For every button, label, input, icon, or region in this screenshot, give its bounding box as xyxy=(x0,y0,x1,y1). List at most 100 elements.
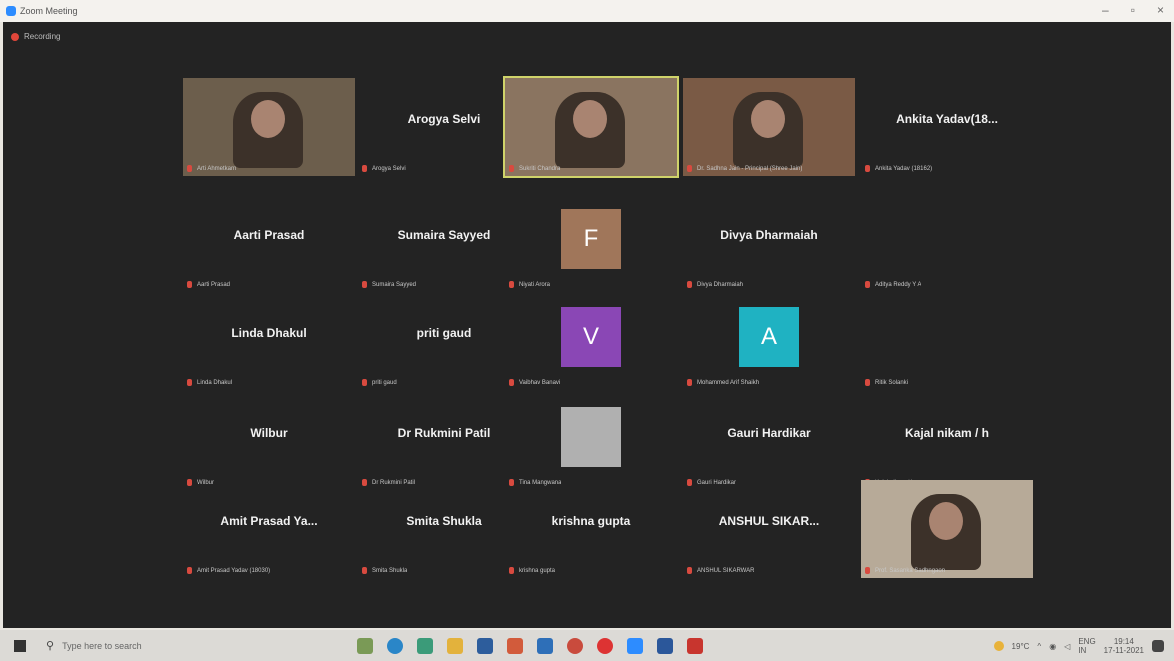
volume-icon[interactable]: ◁ xyxy=(1064,642,1070,651)
chevron-up-icon[interactable]: ^ xyxy=(1037,642,1041,651)
participant-label: Ritik Solanki xyxy=(865,379,908,386)
participant-label: Dr. Sadhna Jain - Principal (Shree Jain) xyxy=(687,165,802,172)
participant-avatar: A xyxy=(739,307,799,367)
participant-label-text: ANSHUL SIKARWAR xyxy=(697,567,755,574)
participant-name: ANSHUL SIKAR... xyxy=(718,514,820,528)
video-app-icon[interactable] xyxy=(687,637,704,654)
language-indicator[interactable]: ENG IN xyxy=(1078,637,1095,655)
clock[interactable]: 19:14 17-11-2021 xyxy=(1104,637,1144,655)
participant-name: Amit Prasad Ya... xyxy=(220,514,318,528)
windows-start-icon[interactable] xyxy=(14,639,26,652)
muted-mic-icon xyxy=(362,567,367,574)
participant-label-text: Sukriti Chandra xyxy=(519,165,561,172)
task-view-icon[interactable] xyxy=(357,637,374,654)
network-icon[interactable]: ◉ xyxy=(1049,642,1056,651)
muted-mic-icon xyxy=(509,281,514,288)
participant-tile[interactable]: Arti Ahmetkarn xyxy=(183,78,355,176)
participant-tile[interactable]: F Niyati Arora xyxy=(505,194,677,292)
recording-dot-icon xyxy=(11,32,19,41)
muted-mic-icon xyxy=(509,165,514,172)
participant-tile[interactable]: V Vaibhav Banavi xyxy=(505,292,677,390)
maximize-button[interactable]: ▫ xyxy=(1131,3,1135,17)
muted-mic-icon xyxy=(187,379,192,386)
participant-tile[interactable]: Amit Prasad Ya... Amit Prasad Yadav (1803… xyxy=(183,480,355,578)
participant-label: Arti Ahmetkarn xyxy=(187,165,236,172)
participant-avatar: F xyxy=(561,209,621,269)
participant-label: Aarti Prasad xyxy=(187,281,230,288)
muted-mic-icon xyxy=(687,379,692,386)
muted-mic-icon xyxy=(187,567,192,574)
participant-tile[interactable]: Aditya Reddy Y A xyxy=(861,194,1033,292)
participant-label-text: Mohammed Arif Shaikh xyxy=(697,379,760,386)
muted-mic-icon xyxy=(187,165,192,172)
participant-name: Linda Dhakul xyxy=(231,326,307,340)
participant-label-text: priti gaud xyxy=(372,379,397,386)
participant-face xyxy=(751,100,785,138)
participant-tile[interactable]: Divya Dharmaiah Divya Dharmaiah xyxy=(683,194,855,292)
weather-icon[interactable] xyxy=(993,641,1004,651)
paint-icon[interactable] xyxy=(507,637,524,654)
participant-tile[interactable]: Dr. Sadhna Jain - Principal (Shree Jain) xyxy=(683,78,855,176)
window-titlebar: Zoom Meeting – ▫ × xyxy=(0,0,1174,22)
participant-label-text: krishna gupta xyxy=(519,567,556,574)
participant-tile[interactable]: A Mohammed Arif Shaikh xyxy=(683,292,855,390)
participant-tile[interactable]: Ritik Solanki xyxy=(861,292,1033,390)
muted-mic-icon xyxy=(362,379,367,386)
weather-temp[interactable]: 19°C xyxy=(1012,642,1030,651)
language-label: ENG xyxy=(1078,637,1096,646)
muted-mic-icon xyxy=(865,165,870,172)
search-icon[interactable]: ⚲ xyxy=(46,639,54,652)
opera-icon[interactable] xyxy=(597,637,614,654)
store-icon[interactable] xyxy=(477,637,494,654)
participant-label-text: Prof. Sasanka Sadhngaon xyxy=(875,567,946,574)
participant-tile[interactable]: Linda Dhakul Linda Dhakul xyxy=(183,292,355,390)
windows-taskbar: ⚲ Type here to search 19°C ^ ◉ ◁ ENG IN … xyxy=(0,630,1174,661)
taskbar-search-box[interactable]: Type here to search xyxy=(62,641,292,651)
pinned-apps xyxy=(357,637,704,654)
participant-tile[interactable]: Kajal nikam / hKajal nikam / h xyxy=(861,392,1033,490)
zoom-taskbar-icon[interactable] xyxy=(627,637,644,654)
participant-tile[interactable]: Aarti Prasad Aarti Prasad xyxy=(183,194,355,292)
file-explorer-icon[interactable] xyxy=(447,637,464,654)
participant-label-text: Vaibhav Banavi xyxy=(519,379,561,386)
participant-tile[interactable]: ANSHUL SIKAR... ANSHUL SIKARWAR xyxy=(683,480,855,578)
participant-tile[interactable]: Wilbur Wilbur xyxy=(183,392,355,490)
muted-mic-icon xyxy=(362,165,367,172)
participant-tile[interactable]: Gauri Hardikar Gauri Hardikar xyxy=(683,392,855,490)
minimize-button[interactable]: – xyxy=(1102,3,1109,17)
app-icon[interactable] xyxy=(417,637,434,654)
participant-label: krishna gupta xyxy=(509,567,555,574)
window-controls: – ▫ × xyxy=(1102,3,1164,17)
muted-mic-icon xyxy=(362,281,367,288)
muted-mic-icon xyxy=(509,567,514,574)
participant-name: Gauri Hardikar xyxy=(727,426,811,440)
participant-face xyxy=(251,100,285,138)
participant-tile[interactable]: krishna gupta krishna gupta xyxy=(505,480,677,578)
notifications-icon[interactable] xyxy=(1152,640,1164,652)
participant-photo xyxy=(561,407,621,467)
word-icon[interactable] xyxy=(657,637,674,654)
participant-tile[interactable]: Ankita Yadav(18... Ankita Yadav (18162) xyxy=(861,78,1033,176)
participant-label-text: Niyati Arora xyxy=(519,281,551,288)
participant-label-text: Divya Dharmaiah xyxy=(697,281,744,288)
participant-name: Divya Dharmaiah xyxy=(720,228,818,242)
clock-date: 17-11-2021 xyxy=(1103,646,1144,655)
participant-label: Amit Prasad Yadav (18030) xyxy=(187,567,270,574)
participant-label-text: Aditya Reddy Y A xyxy=(875,281,922,288)
participant-tile[interactable]: Prof. Sasanka Sadhngaon xyxy=(861,480,1033,578)
participant-tile[interactable]: Tina Mangwana xyxy=(505,392,677,490)
muted-mic-icon xyxy=(865,567,870,574)
participant-avatar: V xyxy=(561,307,621,367)
edge-icon[interactable] xyxy=(387,637,404,654)
participant-tile[interactable]: Sukriti Chandra xyxy=(503,76,679,178)
mail-icon[interactable] xyxy=(537,637,554,654)
participant-label: Sukriti Chandra xyxy=(509,165,560,172)
recording-indicator: Recording xyxy=(11,32,60,41)
close-button[interactable]: × xyxy=(1157,3,1164,17)
participant-label: priti gaud xyxy=(362,379,397,386)
chrome-icon[interactable] xyxy=(567,637,584,654)
participant-label: Vaibhav Banavi xyxy=(509,379,560,386)
region-label: IN xyxy=(1078,646,1087,655)
participant-name: Ankita Yadav(18... xyxy=(896,112,998,126)
participant-label-text: Arogya Selvi xyxy=(372,165,406,172)
